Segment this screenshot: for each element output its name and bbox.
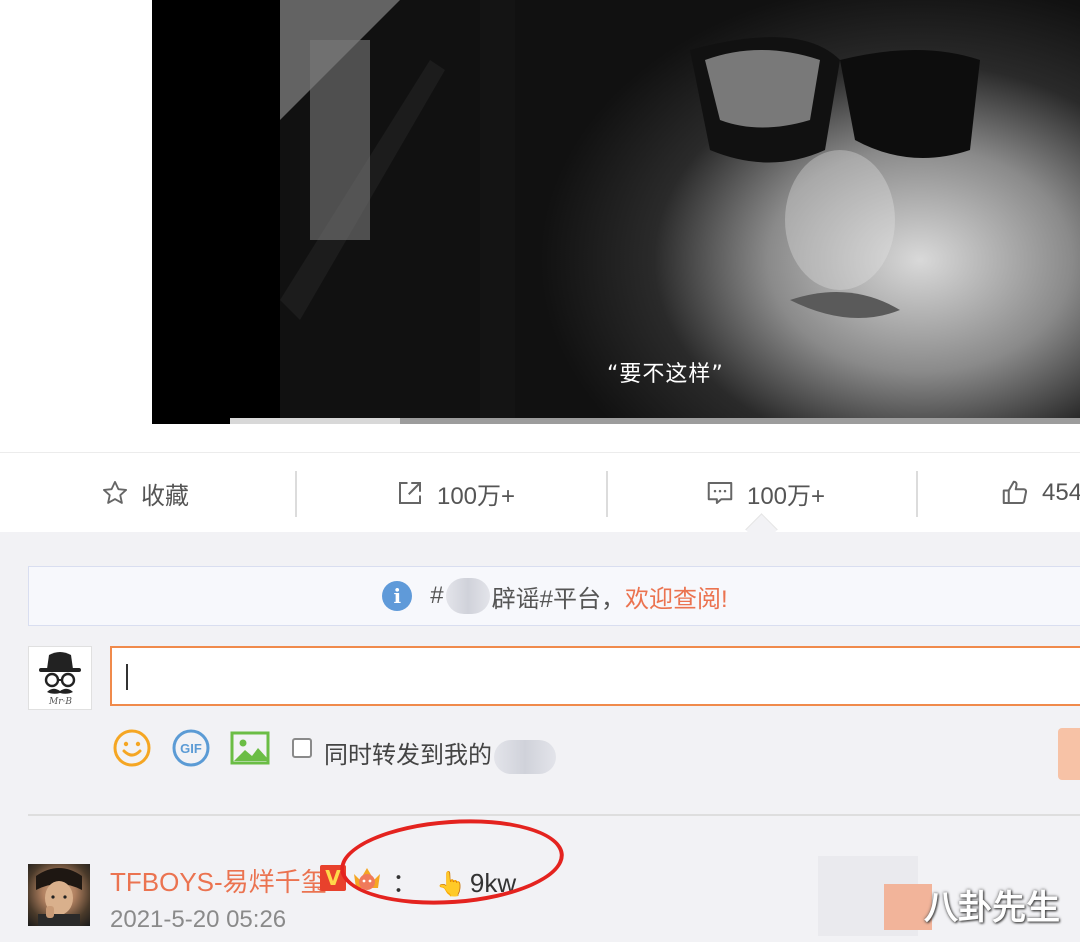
forward-label-wrap: 同时转发到我的 (324, 735, 558, 774)
comment-input[interactable] (110, 646, 1080, 706)
thumbs-up-icon (1002, 480, 1028, 504)
video-progress-fill (230, 418, 400, 424)
notice-prefix: # (430, 582, 444, 609)
blurred-text (494, 739, 556, 774)
smiley-icon (113, 729, 151, 767)
video-player[interactable]: “要不这样” (152, 0, 1080, 424)
repost-count: 100万+ (436, 482, 516, 510)
forward-label: 同时转发到我的 (324, 742, 492, 769)
favorite-label: 收藏 (141, 482, 189, 510)
avatar-photo-icon (36, 868, 82, 926)
repost-button[interactable]: 100万+ (380, 453, 530, 533)
separator (916, 471, 918, 517)
commenter-name[interactable]: TFBOYS-易烊千玺 (110, 862, 327, 899)
blurred-text (445, 578, 490, 614)
watermark: 八卦先生 (924, 889, 1060, 927)
my-avatar[interactable]: Mr·B (28, 646, 92, 710)
commenter-avatar[interactable] (28, 864, 90, 926)
star-icon (102, 480, 128, 504)
action-bar: 收藏 100万+ 100万+ 454 (0, 452, 1080, 534)
svg-text:GIF: GIF (180, 741, 202, 756)
info-icon: i (382, 581, 413, 611)
comment-timestamp: 2021-5-20 05:26 (110, 906, 287, 933)
video-subtitle: “要不这样” (607, 362, 724, 387)
rumor-notice-banner[interactable]: i # 辟谣#平台， 欢迎查阅! (28, 566, 1080, 626)
share-icon (398, 482, 421, 504)
emoji-button[interactable] (112, 728, 152, 768)
gif-icon: GIF (172, 729, 210, 767)
gif-button[interactable]: GIF (171, 728, 211, 768)
divider (28, 814, 1080, 816)
avatar-signature: Mr·B (49, 697, 72, 707)
forward-checkbox[interactable] (292, 738, 312, 758)
comment-count: 100万+ (746, 482, 826, 510)
text-cursor (126, 664, 128, 690)
comment-submit-button[interactable] (1058, 728, 1080, 780)
image-button[interactable] (230, 728, 270, 768)
separator (606, 471, 608, 517)
video-progress-bar[interactable] (230, 418, 1080, 424)
notice-text: 辟谣#平台， (491, 585, 626, 613)
comment-icon (707, 482, 733, 504)
like-count: 454 (1042, 479, 1080, 506)
like-button[interactable]: 454 (1000, 453, 1080, 533)
notice-link[interactable]: 欢迎查阅! (625, 579, 728, 614)
picture-icon (230, 731, 270, 765)
favorite-button[interactable]: 收藏 (80, 453, 210, 533)
separator (295, 471, 297, 517)
